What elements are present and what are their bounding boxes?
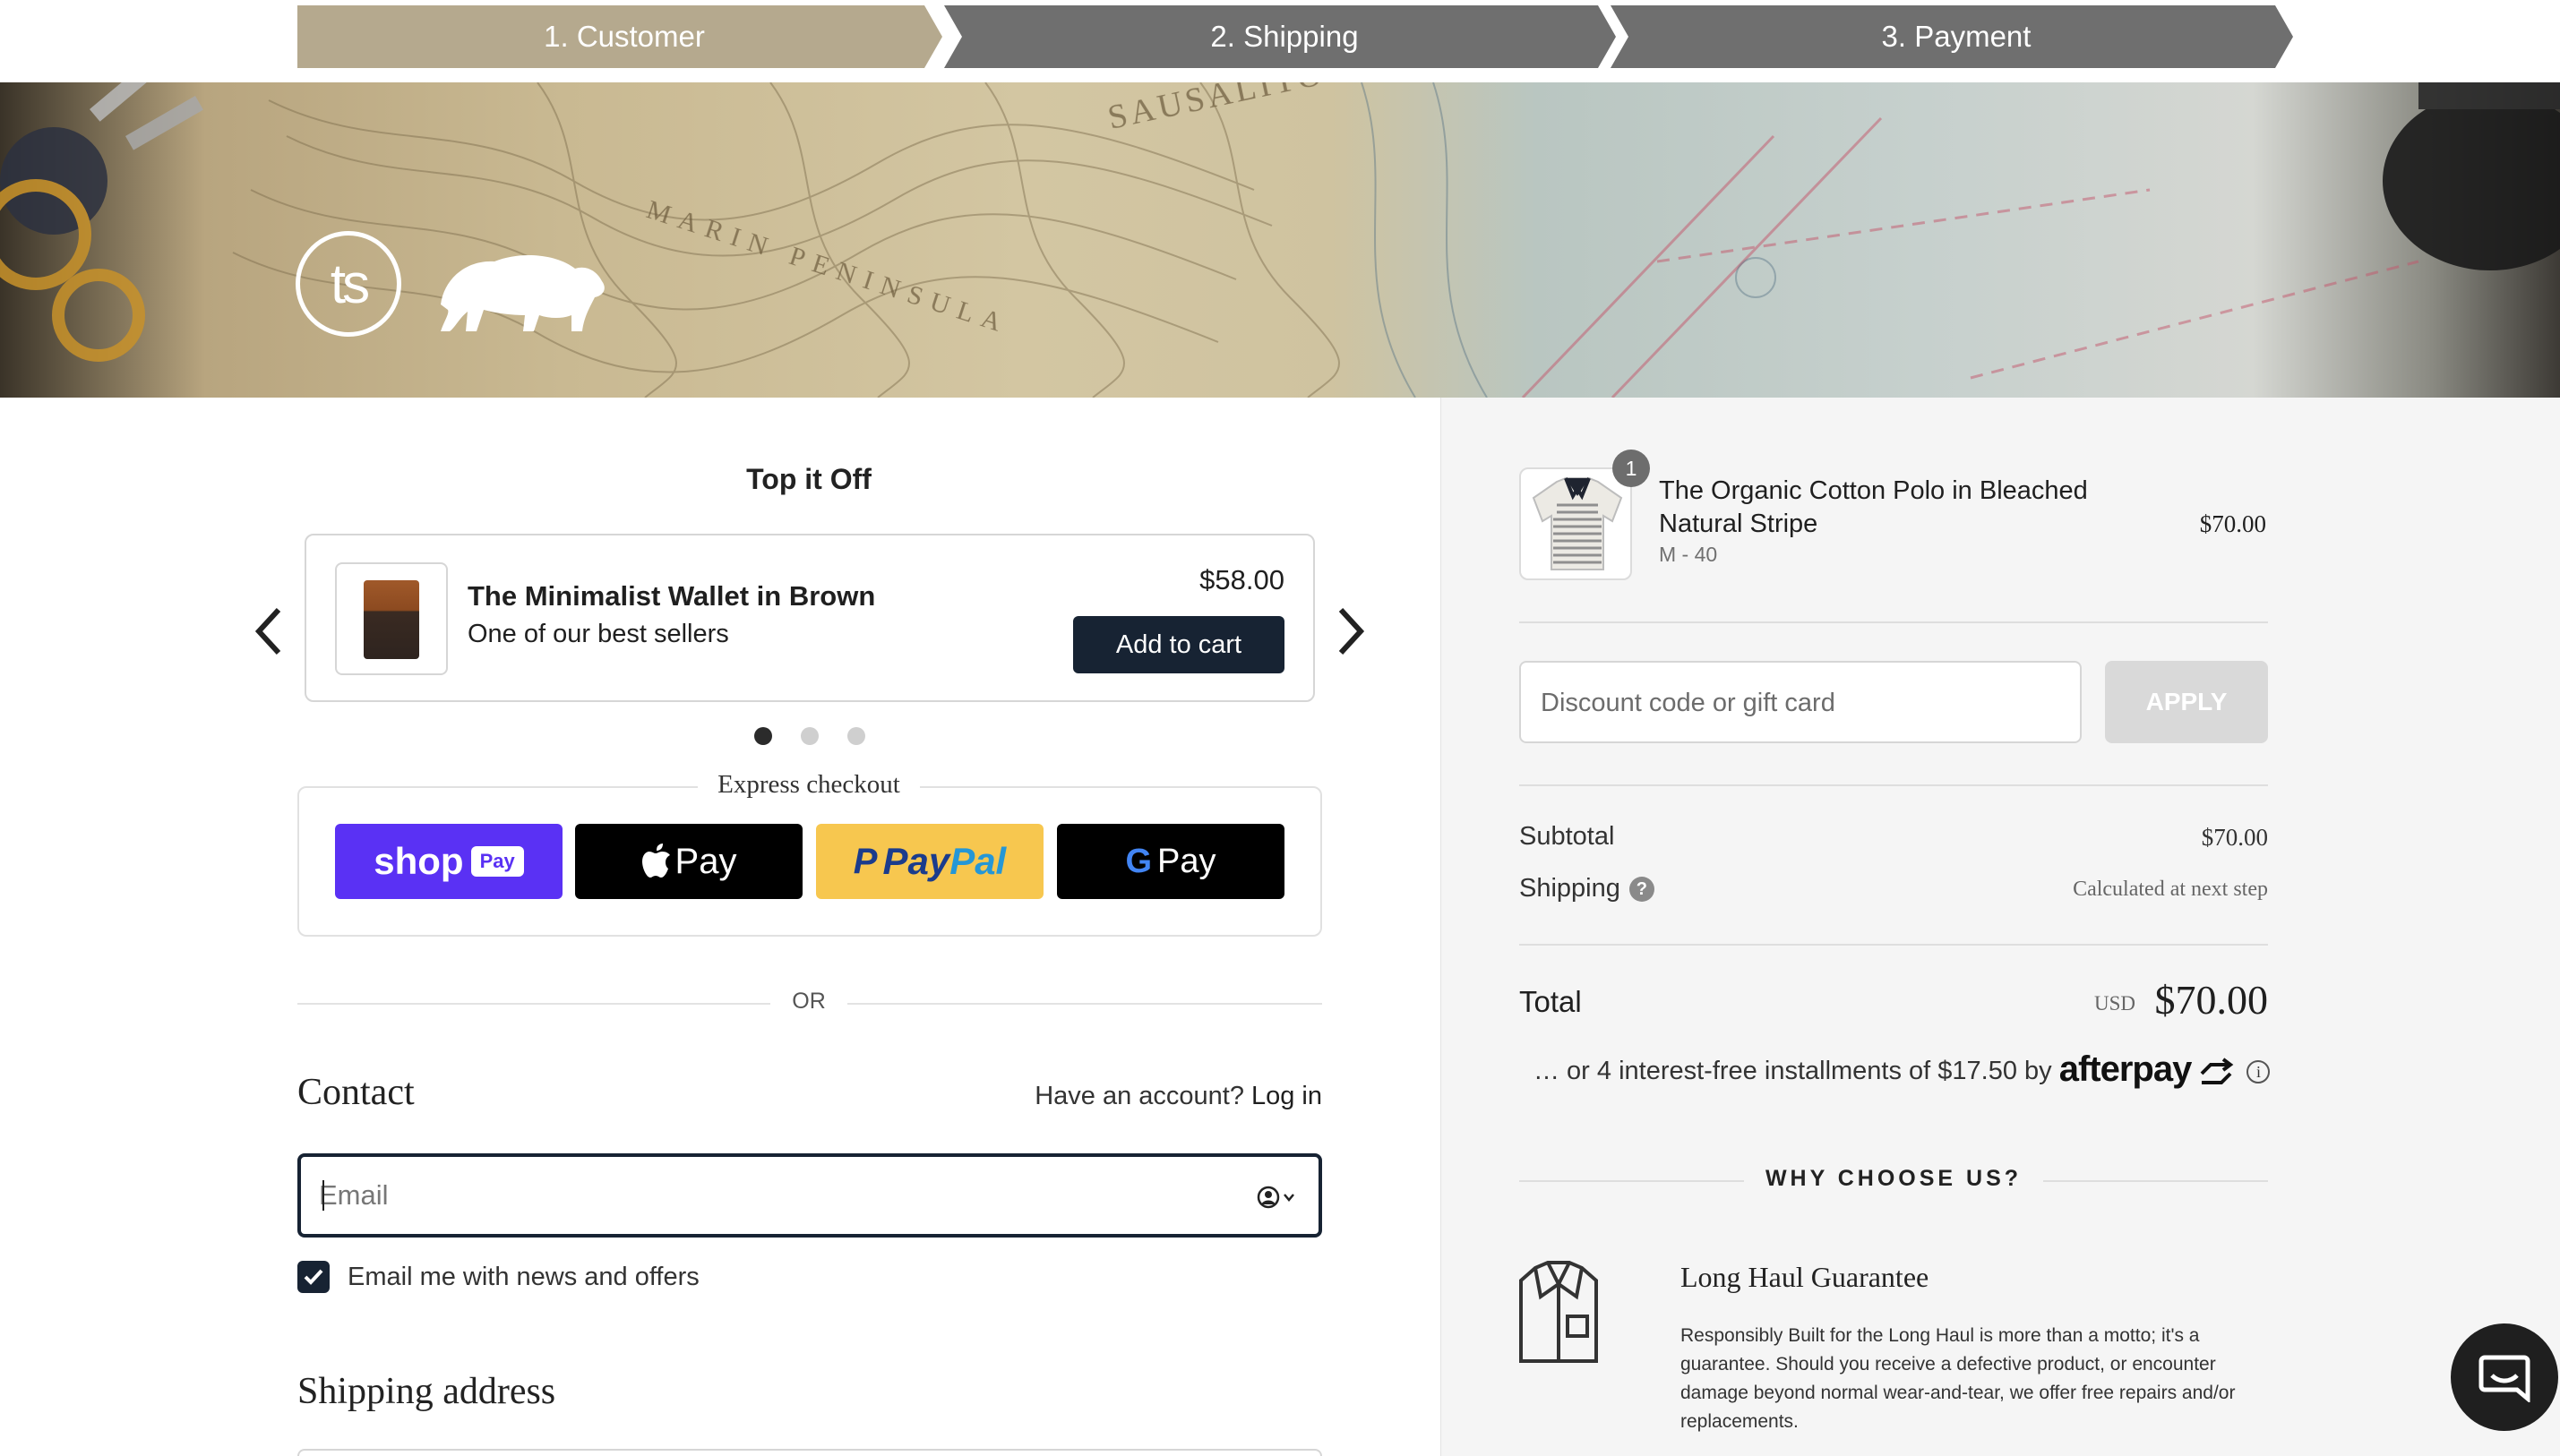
upsell-heading: Top it Off: [746, 463, 872, 495]
upsell-prev-button[interactable]: [249, 600, 290, 663]
apple-pay-button[interactable]: Pay: [575, 824, 803, 899]
login-link[interactable]: Log in: [1251, 1082, 1322, 1110]
afterpay-arrows-icon: [2201, 1058, 2234, 1084]
upsell-next-button[interactable]: [1329, 600, 1370, 663]
or-divider: OR: [0, 989, 1618, 1015]
have-account-label: Have an account?: [1035, 1082, 1244, 1110]
chat-button[interactable]: [2451, 1323, 2558, 1431]
step-shipping-label: 2. Shipping: [1210, 20, 1359, 53]
cart-item-variant: M - 40: [1659, 543, 1718, 566]
step-payment[interactable]: 3. Payment: [1611, 5, 2293, 68]
upsell-product-image[interactable]: [335, 562, 448, 675]
svg-text:SAUSALITO: SAUSALITO: [1104, 82, 1328, 137]
summary-divider-2: [1519, 784, 2268, 786]
shipping-row-label: Shipping?: [1519, 874, 1654, 904]
info-icon[interactable]: i: [2246, 1060, 2271, 1083]
chevron-left-icon: [254, 607, 281, 655]
account-autofill-icon[interactable]: [1256, 1184, 1297, 1211]
brand-logo[interactable]: ts: [296, 231, 401, 337]
carousel-dot-1[interactable]: [754, 727, 772, 745]
cart-item-price: $70.00: [2199, 510, 2266, 537]
paypal-button[interactable]: P Pay Pal: [816, 824, 1044, 899]
step-payment-label: 3. Payment: [1881, 20, 2032, 53]
subtotal-value: $70.00: [2201, 824, 2268, 851]
wallet-image: [364, 580, 419, 659]
map-illustration: SAUSALITO MARIN PENINSULA: [0, 82, 2560, 398]
google-pay-button[interactable]: G Pay: [1057, 824, 1284, 899]
step-shipping[interactable]: 2. Shipping: [944, 5, 1616, 68]
carousel-dot-2[interactable]: [801, 727, 819, 745]
google-pay-label: Pay: [1157, 842, 1216, 880]
hero-banner: SAUSALITO MARIN PENINSULA ts: [0, 82, 2560, 398]
subtotal-label: Subtotal: [1519, 822, 1615, 851]
shirt-icon: [1519, 1261, 1598, 1363]
brand-logo-text: ts: [330, 253, 370, 315]
chat-icon: [2478, 1355, 2530, 1402]
bear-icon: [441, 255, 605, 331]
shop-pay-badge: Pay: [470, 846, 524, 877]
afterpay-logo: afterpay: [2058, 1049, 2193, 1089]
add-to-cart-button[interactable]: Add to cart: [1073, 616, 1284, 673]
paypal-label-pay: Pay: [882, 840, 950, 882]
google-g-icon: G: [1125, 842, 1153, 880]
cart-item-quantity: 1: [1612, 450, 1650, 487]
guarantee-title: Long Haul Guarantee: [1680, 1261, 1929, 1293]
discount-input[interactable]: [1541, 679, 2060, 727]
why-choose-heading: WHY CHOOSE US?: [1519, 1166, 2268, 1192]
text-caret: [322, 1180, 324, 1211]
shop-pay-wordmark: shop: [374, 840, 464, 882]
shipping-first-field[interactable]: [297, 1449, 1322, 1456]
cart-item-name: The Organic Cotton Polo in Bleached Natu…: [1659, 476, 2088, 538]
cart-item-image: [1519, 467, 1632, 580]
apple-pay-label: Pay: [674, 841, 737, 881]
guarantee-body: Responsibly Built for the Long Haul is m…: [1680, 1325, 2236, 1432]
shipping-address-heading: Shipping address: [297, 1371, 556, 1412]
step-customer-label: 1. Customer: [544, 20, 705, 53]
checkout-steps: 1. Customer 2. Shipping 3. Payment: [297, 5, 2293, 68]
news-checkbox[interactable]: [297, 1261, 330, 1293]
shop-pay-button[interactable]: shop Pay: [335, 824, 563, 899]
have-account-text: Have an account? Log in: [1035, 1082, 1322, 1111]
upsell-card: The Minimalist Wallet in Brown One of ou…: [305, 534, 1315, 702]
contact-heading: Contact: [297, 1072, 415, 1113]
apply-discount-button[interactable]: APPLY: [2105, 661, 2268, 743]
carousel-dot-3[interactable]: [847, 727, 865, 745]
polo-shirt-image: [1532, 477, 1623, 570]
step-customer[interactable]: 1. Customer: [297, 5, 942, 68]
upsell-product-title: The Minimalist Wallet in Brown: [468, 580, 876, 612]
upsell-product-subtitle: One of our best sellers: [468, 620, 729, 648]
question-icon[interactable]: ?: [1628, 877, 1654, 903]
apple-icon: [641, 844, 670, 878]
summary-divider-1: [1519, 621, 2268, 623]
afterpay-message: … or 4 interest-free installments of $17…: [1533, 1049, 2271, 1090]
shipping-label-text: Shipping: [1519, 874, 1620, 903]
upsell-product-price: $58.00: [1199, 564, 1284, 595]
total-value: $70.00: [2154, 977, 2269, 1023]
afterpay-text: … or 4 interest-free installments of $17…: [1533, 1057, 2052, 1085]
discount-field[interactable]: [1519, 661, 2082, 743]
email-field[interactable]: [297, 1153, 1322, 1238]
summary-divider-3: [1519, 944, 2268, 946]
chevron-right-icon: [1338, 607, 1365, 655]
paypal-icon: P: [853, 841, 878, 881]
email-input[interactable]: [319, 1168, 1215, 1223]
news-checkbox-label[interactable]: Email me with news and offers: [348, 1263, 700, 1292]
shipping-value: Calculated at next step: [2073, 878, 2268, 901]
express-checkout-label: Express checkout: [0, 770, 1618, 800]
checkmark-icon: [304, 1269, 323, 1285]
paypal-label-pal: Pal: [949, 840, 1007, 882]
total-currency: USD: [2093, 992, 2135, 1015]
total-label: Total: [1519, 985, 1582, 1018]
